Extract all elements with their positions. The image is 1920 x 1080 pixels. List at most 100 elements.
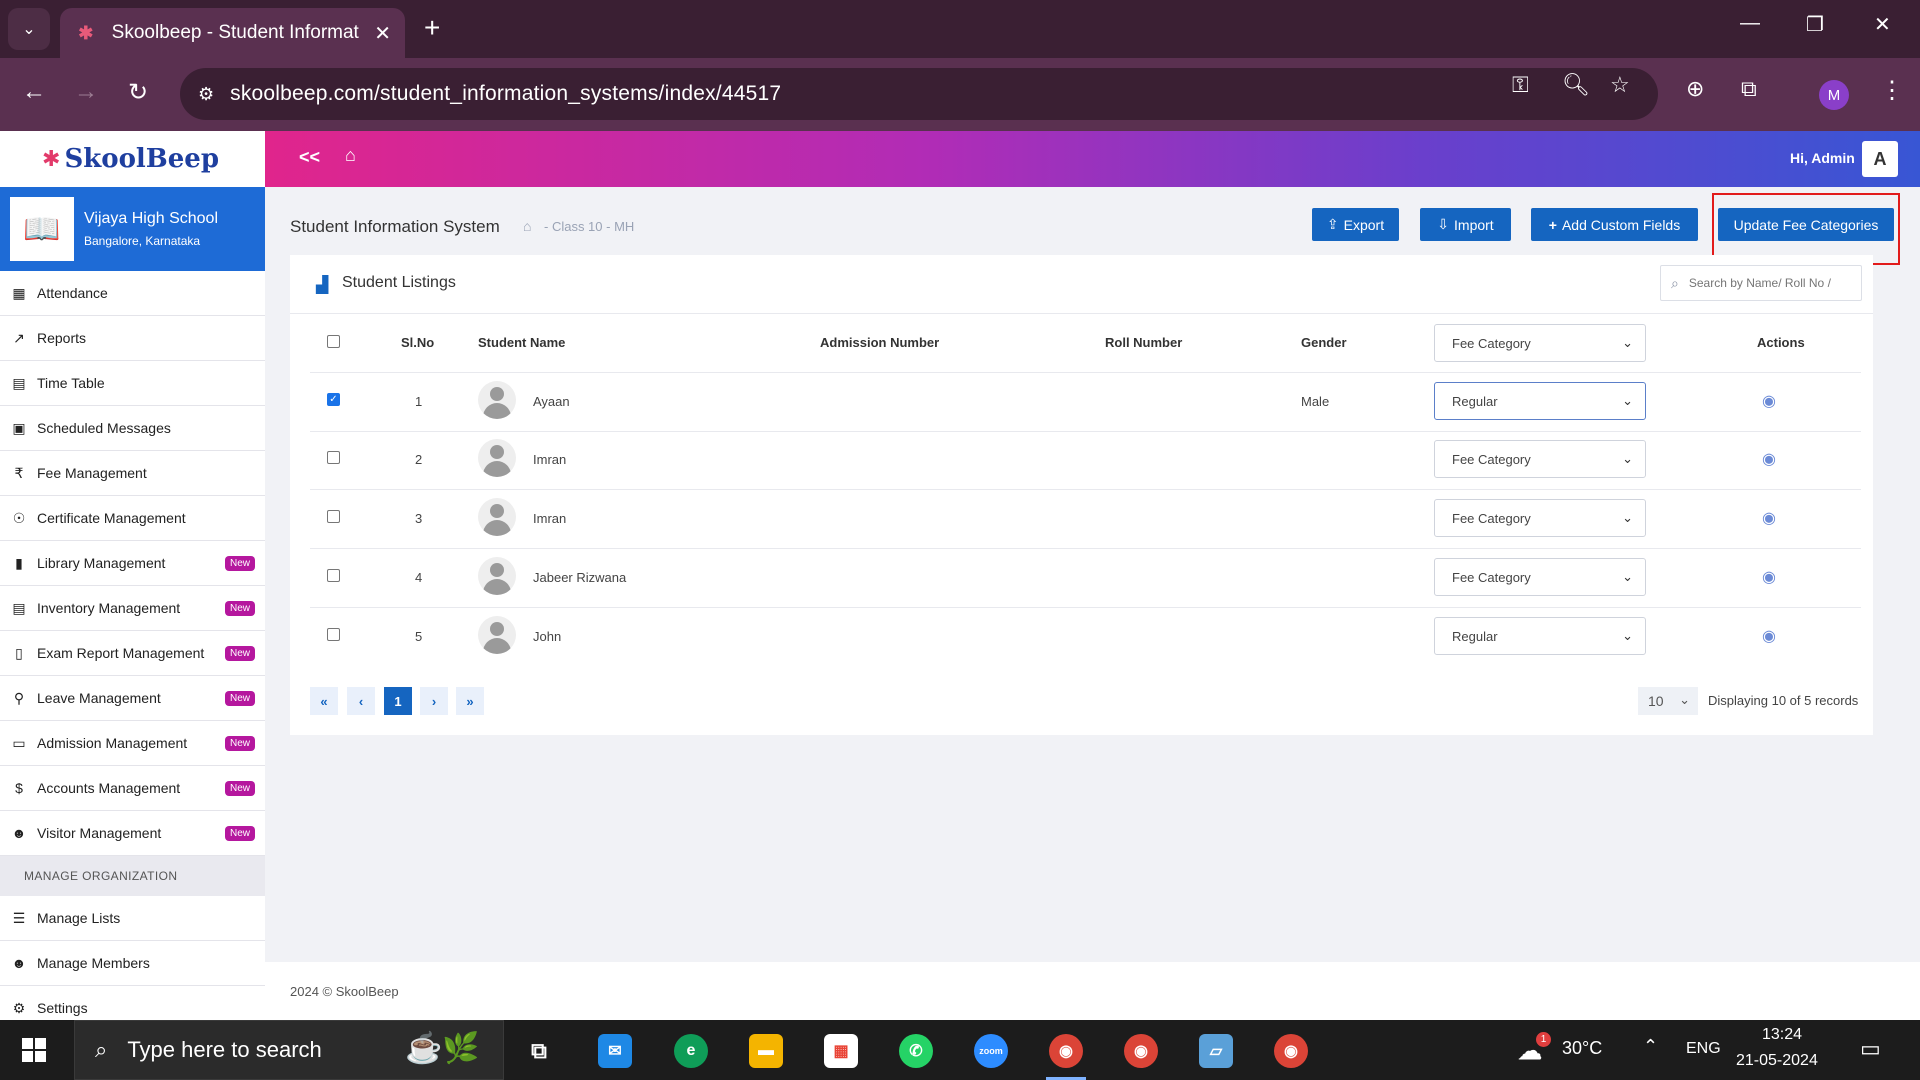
sidebar-item-label: Exam Report Management (37, 645, 205, 661)
sidebar-item-manage-members[interactable]: ☻ Manage Members (0, 941, 265, 986)
first-page-button[interactable]: « (310, 687, 338, 715)
chrome-icon[interactable]: ◉ (1124, 1034, 1158, 1068)
chrome-alt-icon[interactable]: ◉ (1274, 1034, 1308, 1068)
sidebar-item-visitor-management[interactable]: ☻ Visitor Management New (0, 811, 265, 856)
sidebar-item-leave-management[interactable]: ⚲ Leave Management New (0, 676, 265, 721)
row-slno: 3 (415, 511, 423, 526)
page-1-button[interactable]: 1 (384, 687, 412, 715)
tab-search-chevron-icon[interactable]: ⌄ (8, 8, 50, 50)
document-icon: ▯ (15, 644, 23, 661)
sidebar-item-exam-report-management[interactable]: ▯ Exam Report Management New (0, 631, 265, 676)
row-checkbox[interactable] (327, 510, 340, 523)
sidebar-item-reports[interactable]: ↗ Reports (0, 316, 265, 361)
calendar-check-icon: ▣ (12, 419, 26, 436)
profile-avatar[interactable]: M (1819, 80, 1849, 110)
windows-start-icon[interactable] (22, 1038, 46, 1062)
student-name: Jabeer Rizwana (533, 570, 627, 585)
tab-close-icon[interactable]: ✕ (374, 21, 391, 46)
zoom-icon[interactable]: zoom (974, 1034, 1008, 1068)
sidebar-item-fee-management[interactable]: ₹ Fee Management (0, 451, 265, 496)
add-custom-fields-button[interactable]: + Add Custom Fields (1531, 208, 1698, 241)
new-badge: New (225, 691, 256, 706)
forward-icon[interactable]: → (74, 78, 98, 106)
new-badge: New (225, 601, 256, 616)
taskbar-search[interactable]: ⌕ Type here to search ☕🌿 (74, 1020, 504, 1080)
view-eye-icon[interactable]: ◉ (1762, 626, 1776, 646)
fee-category-select[interactable]: Fee Category ⌄ (1434, 558, 1646, 596)
plus-icon: + (1548, 216, 1557, 233)
language-indicator[interactable]: ENG (1686, 1040, 1721, 1058)
browser-menu-icon[interactable]: ⋮ (1880, 76, 1904, 105)
footer: 2024 © SkoolBeep (265, 962, 1920, 1020)
sidebar-item-accounts-management[interactable]: $ Accounts Management New (0, 766, 265, 811)
reload-icon[interactable]: ↻ (128, 78, 148, 107)
sidebar-item-certificate-management[interactable]: ☉ Certificate Management (0, 496, 265, 541)
row-checkbox[interactable] (327, 628, 340, 641)
row-divider (310, 607, 1861, 608)
row-checkbox[interactable]: ✓ (327, 393, 340, 406)
row-checkbox[interactable] (327, 569, 340, 582)
bookmark-star-icon[interactable]: ☆ (1610, 72, 1630, 98)
id-card-icon: ▭ (12, 734, 26, 751)
address-bar[interactable]: ⚙ skoolbeep.com/student_information_syst… (180, 68, 1658, 120)
fee-category-select[interactable]: Regular ⌄ (1434, 617, 1646, 655)
browser-tab[interactable]: ✱ Skoolbeep - Student Informatio ✕ (60, 8, 405, 58)
sidebar-item-attendance[interactable]: ▦ Attendance (0, 271, 265, 316)
extension-add-icon[interactable]: ⊕ (1686, 76, 1704, 102)
home-icon[interactable]: ⌂ (345, 145, 356, 166)
search-field[interactable]: ⌕ (1660, 265, 1862, 301)
zoom-icon[interactable]: 🔍︎ (1562, 72, 1590, 98)
sidebar-item-manage-lists[interactable]: ☰ Manage Lists (0, 896, 265, 941)
next-page-button[interactable]: › (420, 687, 448, 715)
back-icon[interactable]: ← (22, 78, 46, 106)
page-size-select[interactable]: 10 ⌄ (1638, 687, 1698, 715)
sidebar-item-label: Scheduled Messages (37, 420, 171, 436)
breadcrumb-home-icon[interactable]: ⌂ (523, 218, 531, 234)
sidebar-section-title: MANAGE ORGANIZATION (0, 856, 265, 896)
notepad-icon[interactable]: ▱ (1199, 1034, 1233, 1068)
last-page-button[interactable]: » (456, 687, 484, 715)
view-eye-icon[interactable]: ◉ (1762, 449, 1776, 469)
select-all-checkbox[interactable] (327, 335, 340, 348)
fee-category-select[interactable]: Fee Category ⌄ (1434, 440, 1646, 478)
search-input[interactable] (1688, 276, 1849, 290)
edge-icon[interactable]: e (674, 1034, 708, 1068)
sidebar-item-admission-management[interactable]: ▭ Admission Management New (0, 721, 265, 766)
new-tab-icon[interactable]: + (424, 12, 440, 44)
restore-icon[interactable]: ❐ (1806, 12, 1824, 37)
view-eye-icon[interactable]: ◉ (1762, 567, 1776, 587)
fee-category-select[interactable]: Regular ⌄ (1434, 382, 1646, 420)
view-eye-icon[interactable]: ◉ (1762, 508, 1776, 528)
chrome-profile-m-icon[interactable]: ◉ (1049, 1034, 1083, 1068)
sidebar-item-library-management[interactable]: ▮ Library Management New (0, 541, 265, 586)
file-explorer-icon[interactable]: ▬ (749, 1034, 783, 1068)
tray-chevron-icon[interactable]: ⌃ (1643, 1036, 1658, 1057)
extensions-puzzle-icon[interactable]: ⧉ (1741, 76, 1757, 102)
view-eye-icon[interactable]: ◉ (1762, 391, 1776, 411)
task-view-icon[interactable]: ⧉ (522, 1034, 556, 1068)
row-checkbox[interactable] (327, 451, 340, 464)
school-card[interactable]: 📖 Vijaya High School Bangalore, Karnatak… (0, 187, 265, 271)
sidebar-item-scheduled-messages[interactable]: ▣ Scheduled Messages (0, 406, 265, 451)
app-logo[interactable]: ✱ SkoolBeep (0, 131, 265, 187)
site-info-icon[interactable]: ⚙ (198, 84, 214, 105)
sidebar-item-settings[interactable]: ⚙ Settings (0, 986, 265, 1020)
prev-page-button[interactable]: ‹ (347, 687, 375, 715)
notifications-icon[interactable]: ▭ (1860, 1036, 1881, 1062)
import-button[interactable]: ⇩ Import (1420, 208, 1511, 241)
export-button[interactable]: ⇪ Export (1312, 208, 1399, 241)
minimize-icon[interactable]: — (1740, 12, 1760, 35)
password-key-icon[interactable]: ⚿ (1512, 72, 1529, 98)
collapse-sidebar-button[interactable]: << (299, 147, 320, 168)
fee-category-header-select[interactable]: Fee Category ⌄ (1434, 324, 1646, 362)
fee-category-select[interactable]: Fee Category ⌄ (1434, 499, 1646, 537)
user-avatar[interactable]: A (1862, 141, 1898, 177)
sidebar-item-time-table[interactable]: ▤ Time Table (0, 361, 265, 406)
whatsapp-icon[interactable]: ✆ (899, 1034, 933, 1068)
microsoft-store-icon[interactable]: ▦ (824, 1034, 858, 1068)
chevron-down-icon: ⌄ (1622, 510, 1633, 525)
column-header-admission-number: Admission Number (820, 335, 940, 350)
mail-icon[interactable]: ✉ (598, 1034, 632, 1068)
sidebar-item-inventory-management[interactable]: ▤ Inventory Management New (0, 586, 265, 631)
window-close-icon[interactable]: ✕ (1874, 12, 1891, 37)
